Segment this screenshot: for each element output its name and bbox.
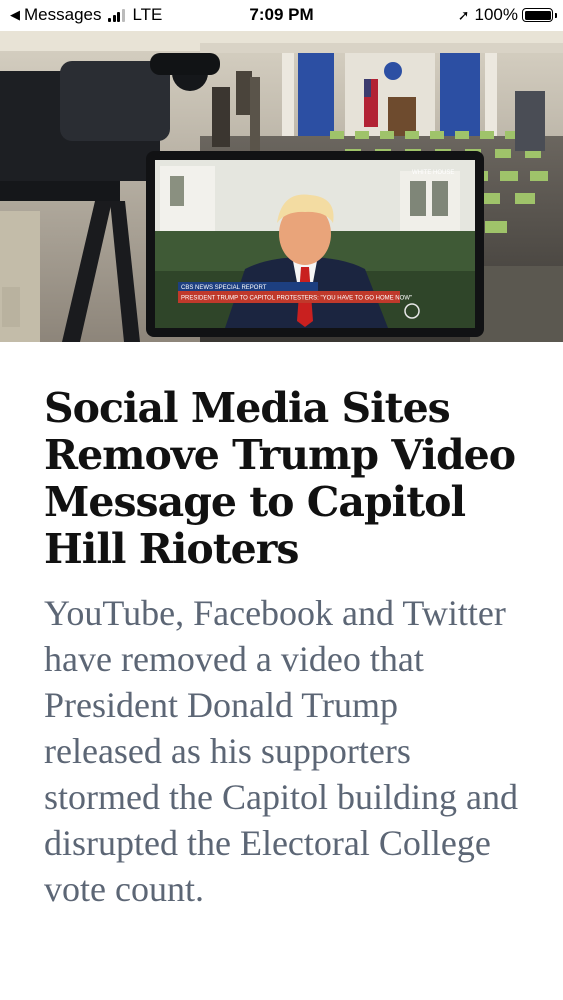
chyron-headline: PRESIDENT TRUMP TO CAPITOL PROTESTERS: "… [181,296,412,302]
hero-image: WHITE HOUSE CBS NEWS SPECIAL REPORT PRES… [0,31,563,342]
status-right: ➚ 100% [457,5,557,25]
blue-curtain-left [298,53,334,143]
white-house-seal [384,62,402,80]
article-summary: YouTube, Facebook and Twitter have remov… [44,593,518,909]
article-headline: Social Media Sites Remove Trump Video Me… [44,384,516,573]
chyron-brand: CBS NEWS SPECIAL REPORT [181,285,267,291]
tv-bug: WHITE HOUSE [412,170,454,176]
location-arrow-icon: ➚ [457,6,470,23]
hero-illustration: WHITE HOUSE CBS NEWS SPECIAL REPORT PRES… [0,31,563,342]
battery-icon [522,8,557,22]
status-bar: ◀ Messages LTE 7:09 PM ➚ 100% [0,0,563,31]
battery-percent: 100% [474,5,518,24]
blue-curtain-right [440,53,480,143]
